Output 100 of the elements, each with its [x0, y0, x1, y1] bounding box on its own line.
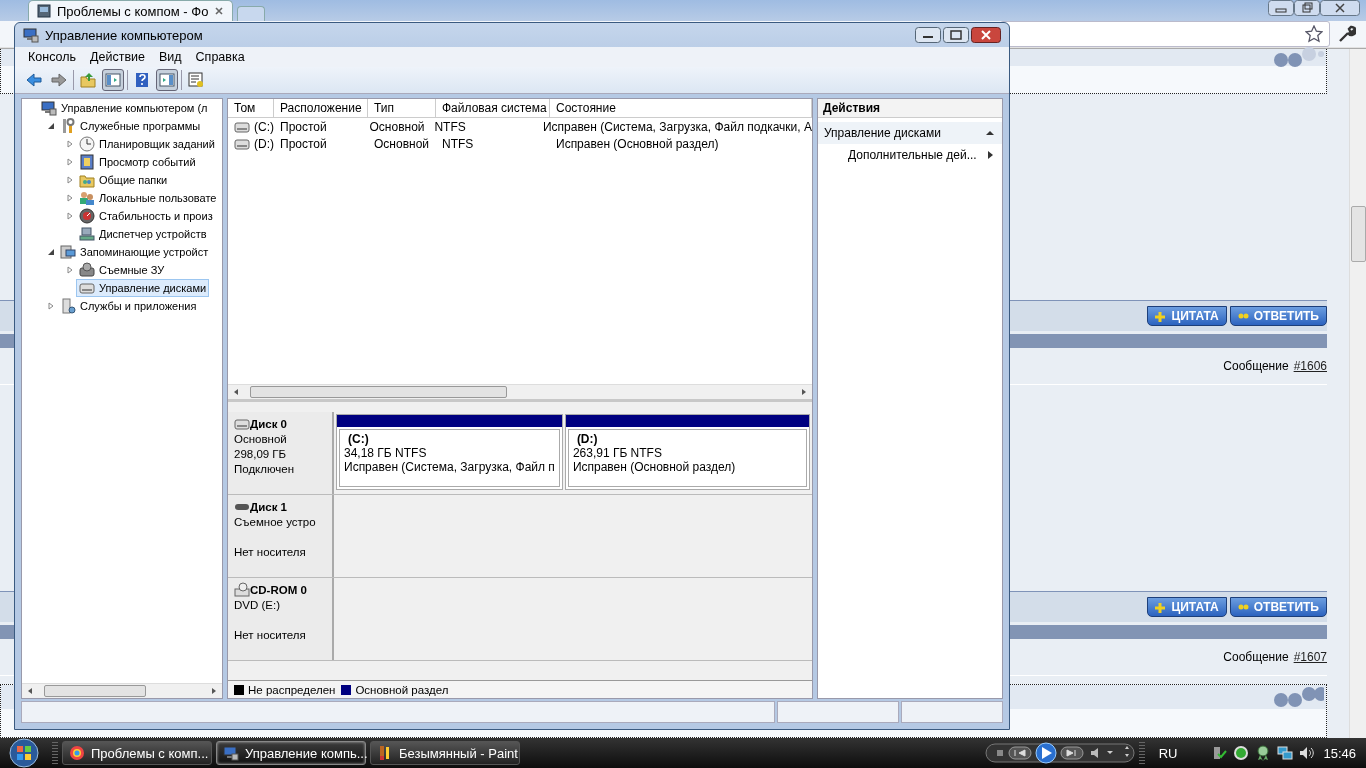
- clock[interactable]: 15:46: [1323, 745, 1356, 761]
- disk-type: Съемное устро: [234, 515, 317, 530]
- vertical-scrollbar[interactable]: [1349, 49, 1366, 738]
- certificate-icon[interactable]: [1255, 745, 1272, 761]
- collapsed-arrow-icon[interactable]: [66, 158, 74, 166]
- scroll-left-icon[interactable]: [26, 687, 34, 695]
- partition-size: 263,91 ГБ NTFS: [572, 446, 663, 460]
- taskbar-button[interactable]: Проблемы с комп...: [62, 741, 212, 765]
- table-cell: Основной: [369, 119, 425, 134]
- usb-device-icon[interactable]: [1211, 745, 1228, 761]
- menu-item[interactable]: Вид: [153, 50, 187, 64]
- disk-drive-icon: [79, 280, 95, 296]
- close-button[interactable]: [1320, 0, 1360, 16]
- scroll-left-icon[interactable]: [232, 388, 240, 396]
- collapsed-arrow-icon[interactable]: [66, 212, 74, 220]
- help-icon: [134, 72, 150, 88]
- collapsed-arrow-icon[interactable]: [47, 302, 55, 310]
- scroll-right-icon[interactable]: [800, 388, 808, 396]
- horizontal-scrollbar[interactable]: [228, 384, 812, 399]
- scrollbar-thumb[interactable]: [44, 685, 146, 697]
- tree-item[interactable]: Служебные программы: [57, 117, 204, 135]
- tree-item[interactable]: Диспетчер устройств: [76, 225, 210, 243]
- disk-type: DVD (E:): [234, 598, 281, 613]
- tree-item[interactable]: Просмотр событий: [76, 153, 199, 171]
- table-cell: Простой: [280, 119, 327, 134]
- column-header[interactable]: Расположение: [274, 99, 368, 117]
- tree-item[interactable]: Локальные пользовате: [76, 189, 220, 207]
- tools-icon: [60, 118, 76, 134]
- column-header[interactable]: Файловая система: [436, 99, 550, 117]
- horizontal-scrollbar[interactable]: [22, 683, 222, 698]
- collapsed-arrow-icon[interactable]: [66, 140, 74, 148]
- services-icon: [60, 298, 76, 314]
- submenu-arrow-icon: [988, 151, 994, 159]
- menu-item[interactable]: Справка: [190, 50, 250, 64]
- removable-drive-icon: [79, 262, 95, 278]
- tree-item[interactable]: Стабильность и произ: [76, 207, 216, 225]
- actions-section-header[interactable]: Управление дисками: [818, 122, 1002, 144]
- disk-drive-icon: [234, 416, 250, 432]
- table-cell: NTFS: [442, 136, 474, 151]
- reply-button[interactable]: ОТВЕТИТЬ: [1229, 306, 1327, 326]
- quote-button[interactable]: ЦИТАТА: [1147, 306, 1227, 326]
- menu-item[interactable]: Действие: [85, 50, 150, 64]
- collapsed-arrow-icon[interactable]: [66, 266, 74, 274]
- tree-item[interactable]: Запоминающие устройст: [57, 243, 212, 261]
- quote-marks-icon: [1272, 45, 1324, 69]
- message-link[interactable]: #1606: [1293, 359, 1327, 373]
- tree-item[interactable]: Общие папки: [76, 171, 171, 189]
- disk-name: CD-ROM 0: [250, 584, 307, 596]
- column-header[interactable]: Состояние: [550, 99, 812, 117]
- wrench-icon[interactable]: [1338, 25, 1356, 43]
- partition-label: (C:): [347, 432, 370, 446]
- menu-item[interactable]: Консоль: [23, 50, 81, 64]
- expanded-arrow-icon[interactable]: [47, 248, 55, 256]
- action-pane-icon: [159, 72, 175, 88]
- close-icon[interactable]: [214, 6, 225, 16]
- maximize-button[interactable]: [943, 27, 969, 43]
- folder-up-icon: [80, 72, 96, 88]
- collapsed-arrow-icon[interactable]: [66, 194, 74, 202]
- tree-item[interactable]: Планировщик заданий: [76, 135, 218, 153]
- reply-button[interactable]: ОТВЕТИТЬ: [1229, 597, 1327, 617]
- table-cell: Основной: [374, 136, 429, 151]
- media-player-toolbar-drawing[interactable]: [984, 741, 1135, 765]
- forward-arrow-icon: [51, 72, 67, 88]
- storage-icon: [60, 244, 76, 260]
- restore-button[interactable]: [1294, 0, 1320, 16]
- partition-block[interactable]: (C:) 34,18 ГБ NTFS Исправен (Система, Загрузка, Файл п: [336, 414, 563, 490]
- tree-item[interactable]: Управление дисками: [76, 279, 210, 297]
- quote-button[interactable]: ЦИТАТА: [1147, 597, 1227, 617]
- tree-pane-button[interactable]: [102, 69, 124, 91]
- column-header[interactable]: Тип: [368, 99, 436, 117]
- status-circle-icon[interactable]: [1233, 745, 1250, 761]
- action-pane-button[interactable]: [156, 69, 178, 91]
- tree-item[interactable]: Съемные ЗУ: [76, 261, 168, 279]
- disk-status: Нет носителя: [234, 628, 307, 643]
- minimize-button[interactable]: [915, 27, 941, 43]
- scrollbar-thumb[interactable]: [250, 386, 507, 398]
- expanded-arrow-icon[interactable]: [47, 122, 55, 130]
- partition-label: (D:): [575, 432, 599, 446]
- partition-block[interactable]: (D:) 263,91 ГБ NTFS Исправен (Основной раздел): [564, 414, 810, 490]
- star-icon[interactable]: [1305, 25, 1323, 43]
- volume-icon[interactable]: [1299, 745, 1316, 761]
- collapse-arrow-icon: [986, 129, 994, 137]
- scroll-right-icon[interactable]: [210, 687, 218, 695]
- table-cell: (C:): [254, 119, 274, 134]
- tree-item[interactable]: Службы и приложения: [57, 297, 200, 315]
- partition-status: Исправен (Основной раздел): [572, 460, 737, 474]
- taskbar-button[interactable]: Управление компь...: [216, 741, 366, 765]
- browser-tab[interactable]: Проблемы с компом - Фо: [28, 0, 234, 21]
- column-header[interactable]: Том: [228, 99, 274, 117]
- taskbar-button[interactable]: Безымянный - Paint: [370, 741, 520, 765]
- back-arrow-icon: [26, 72, 42, 88]
- action-item[interactable]: Дополнительные дей...: [818, 144, 1002, 166]
- language-indicator[interactable]: RU: [1158, 745, 1178, 761]
- tree-item[interactable]: Управление компьютером (л: [38, 99, 211, 117]
- network-icon[interactable]: [1277, 745, 1294, 761]
- address-field[interactable]: [1000, 21, 1330, 47]
- close-button[interactable]: [971, 27, 1001, 43]
- table-cell: Исправен (Система, Загрузка, Файл подкачки, А: [542, 119, 812, 134]
- message-link[interactable]: #1607: [1293, 650, 1327, 664]
- collapsed-arrow-icon[interactable]: [66, 176, 74, 184]
